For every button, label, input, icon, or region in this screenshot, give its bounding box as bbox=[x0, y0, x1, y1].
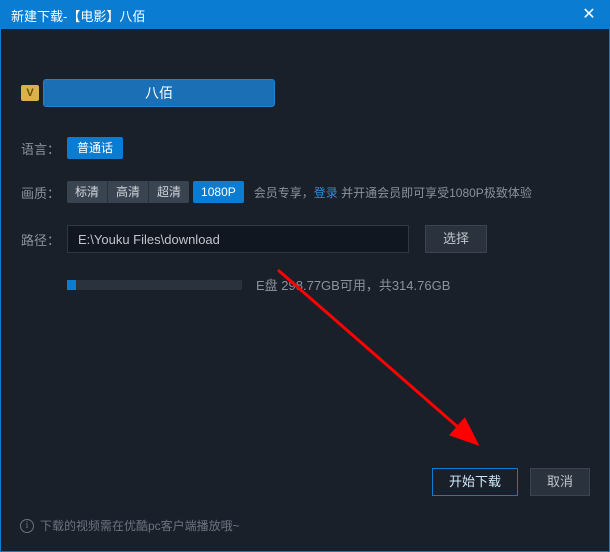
cancel-button[interactable]: 取消 bbox=[530, 468, 590, 496]
footer-note-text: 下载的视频需在优酷pc客户端播放哦~ bbox=[40, 517, 240, 534]
choose-path-button[interactable]: 选择 bbox=[425, 225, 487, 253]
content-area: V 八佰 语言： 普通话 画质： 标清 高清 超清 1080P 会员专享，登录 … bbox=[1, 29, 609, 294]
login-link[interactable]: 登录 bbox=[314, 186, 338, 200]
disk-row: E盘 298.77GB可用，共314.76GB bbox=[21, 275, 589, 294]
vip-suffix: 并开通会员即可享受1080P极致体验 bbox=[338, 186, 532, 200]
quality-row: 画质： 标清 高清 超清 1080P 会员专享，登录 并开通会员即可享受1080… bbox=[21, 181, 589, 203]
disk-usage-text: E盘 298.77GB可用，共314.76GB bbox=[256, 275, 450, 294]
quality-label: 画质： bbox=[21, 183, 67, 202]
movie-title-pill[interactable]: 八佰 bbox=[43, 79, 275, 107]
path-row: 路径： 选择 bbox=[21, 225, 589, 253]
language-label: 语言： bbox=[21, 139, 67, 158]
info-icon: i bbox=[20, 519, 34, 533]
quality-option-uhd[interactable]: 超清 bbox=[149, 181, 189, 203]
quality-option-1080p[interactable]: 1080P bbox=[193, 181, 244, 203]
language-row: 语言： 普通话 bbox=[21, 137, 589, 159]
quality-options: 标清 高清 超清 bbox=[67, 181, 189, 203]
disk-usage-fill bbox=[67, 280, 76, 290]
footer-buttons: 开始下载 取消 bbox=[432, 468, 590, 496]
vip-prefix: 会员专享， bbox=[254, 186, 314, 200]
quality-option-hd[interactable]: 高清 bbox=[108, 181, 149, 203]
path-input[interactable] bbox=[67, 225, 409, 253]
window-title: 新建下载-【电影】八佰 bbox=[11, 6, 145, 25]
language-tag[interactable]: 普通话 bbox=[67, 137, 123, 159]
vip-badge-icon: V bbox=[21, 85, 39, 101]
close-icon[interactable]: ✕ bbox=[579, 7, 599, 23]
vip-hint: 会员专享，登录 并开通会员即可享受1080P极致体验 bbox=[254, 184, 532, 201]
disk-usage-bar bbox=[67, 280, 242, 290]
footer-note: i 下载的视频需在优酷pc客户端播放哦~ bbox=[20, 517, 240, 534]
start-download-button[interactable]: 开始下载 bbox=[432, 468, 518, 496]
quality-option-sd[interactable]: 标清 bbox=[67, 181, 108, 203]
titlebar: 新建下载-【电影】八佰 ✕ bbox=[1, 1, 609, 29]
movie-title-row: V 八佰 bbox=[21, 79, 589, 107]
path-label: 路径： bbox=[21, 230, 67, 249]
